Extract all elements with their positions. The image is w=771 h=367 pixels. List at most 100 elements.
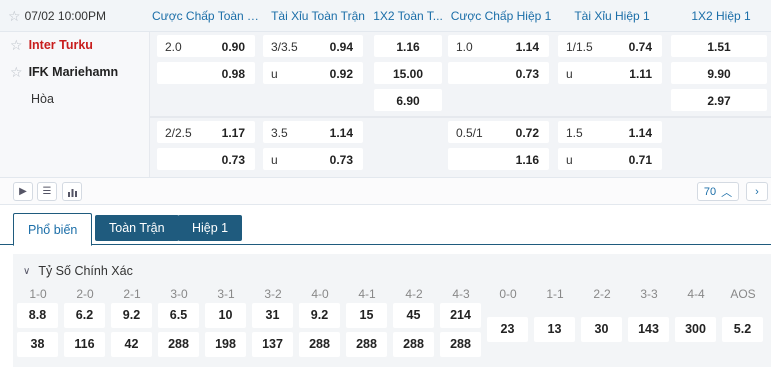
odds-cell[interactable]: 0.98 [157,62,255,84]
score-label: 0-0 [499,287,517,301]
score-odds-away[interactable]: 288 [393,332,434,357]
score-label: 4-4 [687,287,705,301]
odds-value: 0.98 [221,67,245,81]
score-odds-home[interactable]: 6.2 [64,303,105,328]
score-odds-away[interactable]: 116 [64,332,105,357]
score-label: 1-0 [29,287,47,301]
odds-cell[interactable]: 1/1.5 0.74 [558,35,662,57]
score-odds-home[interactable]: 214 [440,303,481,328]
odds-cell[interactable]: 2.97 [671,89,767,111]
score-odds-away[interactable]: 137 [252,332,293,357]
odds-cell[interactable]: 15.00 [374,62,442,84]
score-label: 3-2 [264,287,282,301]
score-odds-home[interactable]: 31 [252,303,293,328]
odds-cell[interactable]: 1.16 [448,148,549,170]
star-icon[interactable]: ☆ [10,65,23,79]
odds-value: 1.17 [221,126,245,140]
odds-value: 1.51 [707,40,731,54]
home-team[interactable]: ☆ Inter Turku [10,38,93,52]
score-odds-home[interactable]: 9.2 [111,303,152,328]
odds-value: 1.11 [629,67,652,81]
play-icon[interactable]: ▶ [13,182,33,201]
handicap-line: 1.0 [456,40,473,54]
odds-value: 1.16 [396,40,420,54]
score-odds-home[interactable]: 9.2 [299,303,340,328]
tab-half-1[interactable]: Hiệp 1 [178,215,243,241]
odds-cell[interactable]: 2/2.5 1.17 [157,121,255,143]
odds-cell[interactable]: 0.73 [157,148,255,170]
draw-label: Hòa [31,92,54,106]
score-odds-home[interactable]: 45 [393,303,434,328]
odds-value: 1.14 [515,40,539,54]
odds-header: ☆ 07/02 10:00PM Cược Chấp Toàn T... Tài … [0,0,771,32]
correct-score-header[interactable]: ∨ Tỷ Số Chính Xác [23,264,133,278]
score-label: 2-2 [593,287,611,301]
tab-full-match[interactable]: Toàn Trận [95,215,179,241]
odds-cell[interactable]: 0.73 [448,62,549,84]
score-odds-away[interactable]: 288 [158,332,199,357]
col-1x2-fulltime[interactable]: 1X2 Toàn T... [372,9,444,23]
score-label: 1-1 [546,287,564,301]
odds-value: 0.74 [628,40,652,54]
score-odds-home[interactable]: 10 [205,303,246,328]
odds-cell[interactable]: 2.0 0.90 [157,35,255,57]
odds-cell[interactable]: u 0.73 [263,148,363,170]
odds-cell[interactable]: 0.5/1 0.72 [448,121,549,143]
odds-value: 0.72 [515,126,539,140]
odds-value: 0.73 [221,153,245,167]
col-ah-half1[interactable]: Cược Chấp Hiệp 1 [448,9,554,23]
odds-value: 0.94 [329,40,353,54]
more-markets-button[interactable]: 70 ︿ [697,182,739,201]
odds-cell[interactable]: u 1.11 [558,62,662,84]
match-toolbar: ▶ ☰ 70 ︿ › [0,177,771,205]
score-odds-away[interactable]: 42 [111,332,152,357]
chevron-down-icon: ∨ [23,265,31,277]
score-odds-home[interactable]: 6.5 [158,303,199,328]
col-1x2-half1[interactable]: 1X2 Hiệp 1 [676,9,766,23]
odds-cell[interactable]: 1.0 1.14 [448,35,549,57]
score-odds-home[interactable]: 8.8 [17,303,58,328]
odds-value: 1.14 [628,126,652,140]
col-ou-fulltime[interactable]: Tài Xỉu Toàn Trận [268,9,368,23]
star-icon[interactable]: ☆ [8,9,21,23]
score-odds-draw[interactable]: 143 [628,317,669,342]
score-odds-draw[interactable]: 23 [487,317,528,342]
total-line: 3/3.5 [271,40,298,54]
score-odds-draw[interactable]: 300 [675,317,716,342]
odds-cell[interactable]: u 0.92 [263,62,363,84]
stats-chart-icon[interactable] [62,182,82,201]
score-odds-away[interactable]: 288 [299,332,340,357]
odds-cell[interactable]: 3/3.5 0.94 [263,35,363,57]
score-odds-away[interactable]: 288 [346,332,387,357]
odds-cell[interactable]: 1.16 [374,35,442,57]
score-odds-away[interactable]: 288 [440,332,481,357]
score-odds-away[interactable]: 198 [205,332,246,357]
star-icon[interactable]: ☆ [10,38,23,52]
score-odds-draw[interactable]: 5.2 [722,317,763,342]
total-line: 1.5 [566,126,583,140]
score-odds-draw[interactable]: 30 [581,317,622,342]
odds-cell[interactable]: u 0.71 [558,148,662,170]
odds-cell[interactable]: 6.90 [374,89,442,111]
score-odds-away[interactable]: 38 [17,332,58,357]
odds-value: 1.16 [515,153,539,167]
odds-cell[interactable]: 9.90 [671,62,767,84]
away-team-name: IFK Mariehamn [28,65,119,79]
home-team-name: Inter Turku [28,38,93,52]
col-ah-fulltime[interactable]: Cược Chấp Toàn T... [152,9,262,23]
score-odds-home[interactable]: 15 [346,303,387,328]
odds-cell[interactable]: 3.5 1.14 [263,121,363,143]
tab-popular[interactable]: Phổ biến [13,213,93,246]
col-ou-half1[interactable]: Tài Xỉu Hiệp 1 [562,9,662,23]
correct-score-panel: ∨ Tỷ Số Chính Xác 1-0 8.8 38 2-0 6.2 116 2-1 9.… [13,254,771,367]
list-icon[interactable]: ☰ [37,182,57,201]
chevron-right-icon[interactable]: › [746,182,768,201]
odds-cell[interactable]: 1.51 [671,35,767,57]
score-label: 3-1 [217,287,235,301]
score-odds-draw[interactable]: 13 [534,317,575,342]
away-team[interactable]: ☆ IFK Mariehamn [10,65,118,79]
odds-value: 0.92 [329,67,353,81]
odds-value: 6.90 [396,94,420,108]
correct-score-title: Tỷ Số Chính Xác [38,264,133,278]
odds-cell[interactable]: 1.5 1.14 [558,121,662,143]
